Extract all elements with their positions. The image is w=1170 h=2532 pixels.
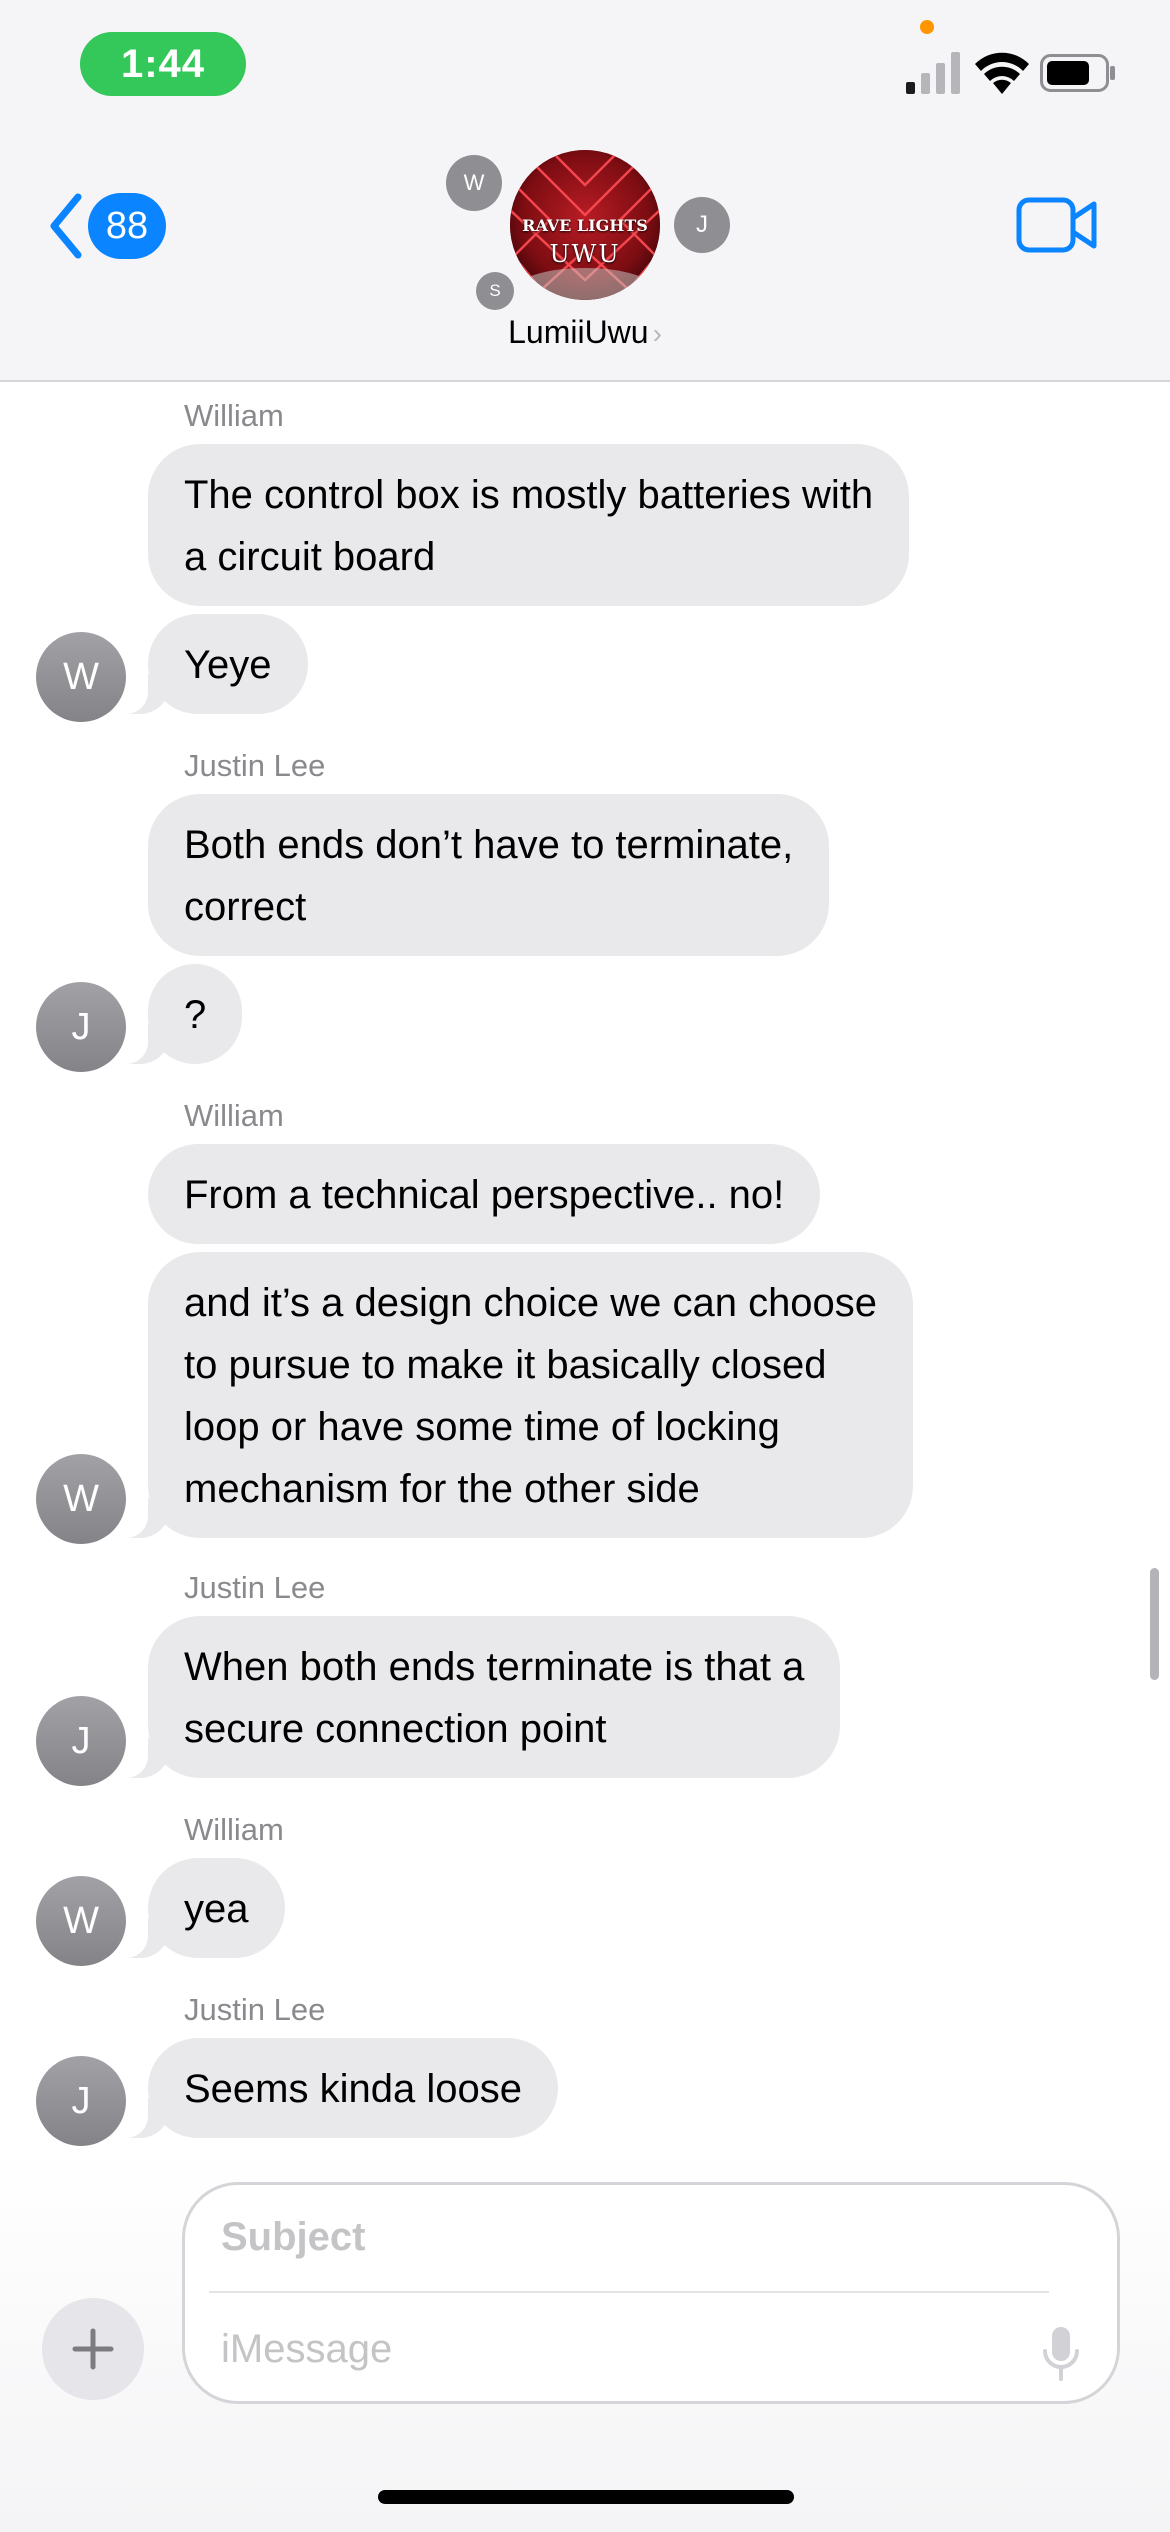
conversation-header: 1:44 88 W RAVE LIGHTS UWU J S LumiiUwu › [0,0,1170,382]
sender-name: William [184,1098,284,1133]
microphone-icon[interactable] [1041,2325,1081,2383]
status-time[interactable]: 1:44 [80,32,246,96]
sender-avatar[interactable]: W [36,1454,126,1544]
chevron-left-icon [50,193,82,259]
wifi-icon [975,52,1029,94]
group-name-label: LumiiUwu [508,314,649,350]
add-attachment-button[interactable] [42,2298,144,2400]
sender-name: William [184,398,284,433]
sender-avatar[interactable]: J [36,982,126,1072]
message-bubble[interactable]: When both ends terminate is that a secure… [111,1616,841,1778]
message-bubble[interactable]: and it’s a design choice we can choose to… [111,1252,914,1538]
chevron-right-icon: › [652,318,662,349]
sender-name: Justin Lee [184,1992,326,2027]
message-bubble[interactable]: Yeye [112,614,308,714]
sender-name: William [184,1812,284,1847]
message-bubble[interactable]: From a technical perspective.. no! [148,1144,821,1244]
group-avatar[interactable]: RAVE LIGHTS UWU [510,150,660,300]
group-photo-caption: RAVE LIGHTS [522,216,648,235]
video-camera-icon[interactable] [1016,196,1098,254]
sender-avatar[interactable]: W [36,632,126,722]
message-composer[interactable]: Subject iMessage [182,2182,1120,2404]
back-button[interactable]: 88 [46,188,176,264]
participant-avatar: J [674,197,730,253]
message-bubble[interactable]: Both ends don’t have to terminate, correc… [148,794,830,956]
message-bubble[interactable]: yea [112,1858,285,1958]
message-input[interactable]: iMessage [221,2327,392,2372]
group-photo-caption-sub: UWU [549,240,621,268]
sender-avatar[interactable]: J [36,2056,126,2146]
sender-name: Justin Lee [184,748,326,783]
mic-in-use-indicator [920,20,934,34]
sender-avatar[interactable]: J [36,1696,126,1786]
subject-field[interactable]: Subject [221,2215,365,2260]
conversation-title[interactable]: LumiiUwu › [0,314,1170,351]
scrollbar[interactable] [1150,1568,1159,1680]
home-indicator[interactable] [378,2490,794,2504]
participant-avatar: W [446,155,502,211]
unread-count-badge: 88 [88,193,166,259]
participant-avatar: S [476,272,514,310]
battery-icon [1040,54,1115,92]
message-bubble[interactable]: Seems kinda loose [112,2038,558,2138]
message-bubble[interactable]: ? [111,964,243,1064]
sender-name: Justin Lee [184,1570,326,1605]
plus-icon [72,2328,114,2370]
cellular-signal-icon [906,52,960,94]
composer-divider [209,2291,1049,2293]
sender-avatar[interactable]: W [36,1876,126,1966]
message-bubble[interactable]: The control box is mostly batteries with… [148,444,910,606]
